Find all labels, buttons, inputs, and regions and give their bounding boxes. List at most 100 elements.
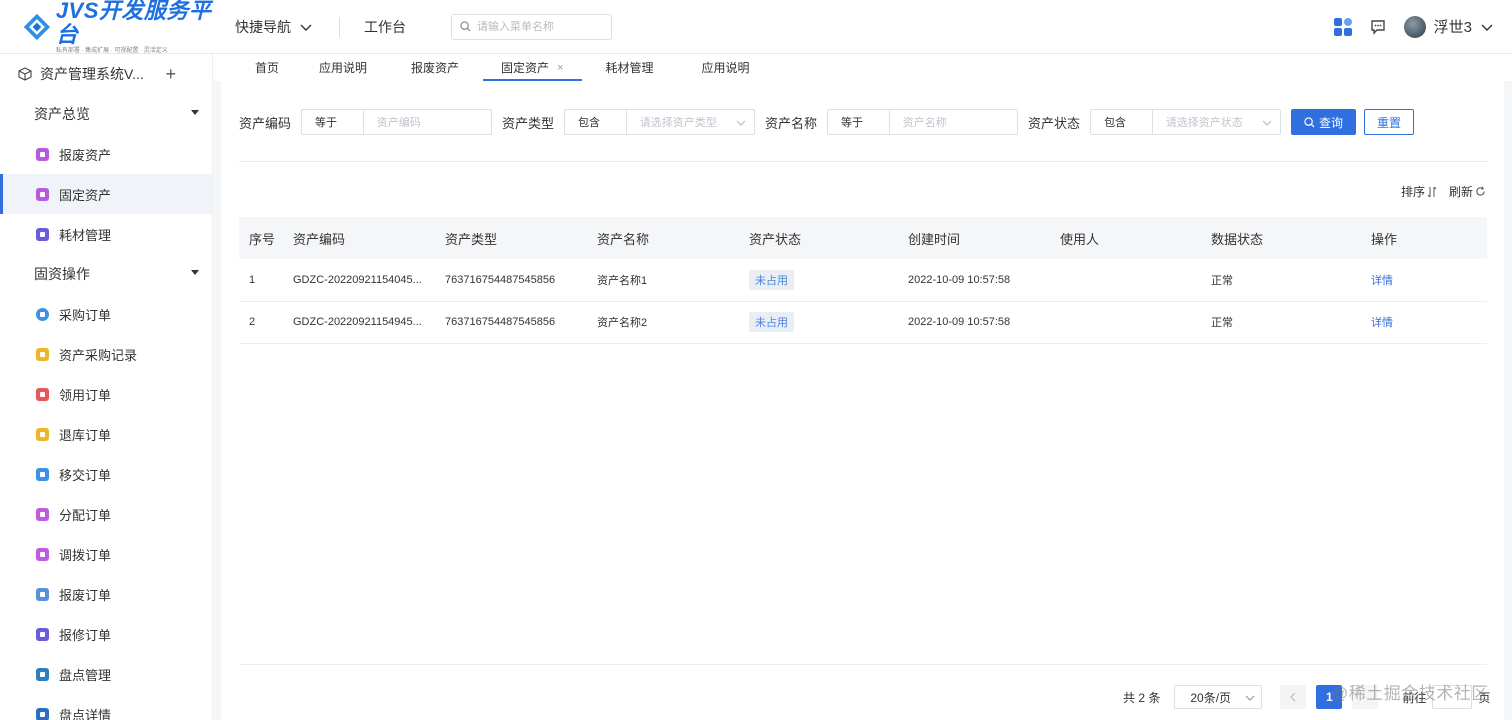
caret-down-icon (191, 270, 199, 275)
filter-label: 资产名称 (765, 115, 818, 131)
cell-name: 资产名称1 (587, 259, 739, 302)
sidebar-item-fixed-assets[interactable]: 固定资产 (0, 174, 212, 214)
tab-label: 应用说明 (319, 61, 368, 75)
add-icon[interactable]: + (165, 64, 176, 85)
sidebar-item-label: 分配订单 (59, 507, 112, 523)
sidebar-group-operations[interactable]: 固资操作 (0, 254, 212, 294)
quick-nav-dropdown[interactable]: 快捷导航 (235, 17, 313, 37)
table-row: 2 GDZC-20220921154945... 763716754487545… (239, 301, 1487, 344)
footer-divider (239, 664, 1487, 665)
tab-label: 耗材管理 (605, 61, 654, 75)
user-icon (36, 387, 49, 401)
operator-select[interactable]: 等于 (828, 110, 890, 134)
sidebar-item-return-order[interactable]: 退库订单 (0, 414, 212, 454)
asset-name-input[interactable]: 资产名称 (890, 110, 1017, 134)
cell-no: 1 (239, 259, 283, 302)
sidebar-item-label: 盘点管理 (59, 667, 112, 683)
tab-label: 固定资产 (501, 61, 550, 75)
query-label: 查询 (1319, 115, 1344, 130)
return-icon (36, 427, 49, 441)
close-icon[interactable]: × (557, 62, 563, 74)
sidebar-item-label: 采购订单 (59, 307, 112, 323)
sidebar-item-inventory-details[interactable]: 盘点详情 (0, 694, 212, 720)
reset-button[interactable]: 重置 (1364, 109, 1415, 135)
cart-icon (36, 347, 49, 361)
operator-select[interactable]: 包含 (565, 110, 627, 134)
sidebar-group-overview[interactable]: 资产总览 (0, 94, 212, 134)
tab-scrap-assets[interactable]: 报废资产 (387, 54, 483, 81)
asset-type-select[interactable]: 请选择资产类型 (627, 110, 754, 134)
filter-label: 资产状态 (1028, 115, 1081, 131)
cell-created: 2022-10-09 10:57:58 (898, 259, 1050, 302)
asset-status-select[interactable]: 请选择资产状态 (1153, 110, 1280, 134)
user-icon (36, 507, 49, 521)
user-icon (36, 547, 49, 561)
sidebar-item-allocation-order[interactable]: 分配订单 (0, 494, 212, 534)
refresh-icon (1476, 186, 1485, 196)
tab-app-guide[interactable]: 应用说明 (299, 54, 387, 81)
asset-code-filter: 等于 资产编码 (301, 109, 493, 135)
sidebar-item-label: 资产采购记录 (59, 347, 138, 363)
page-tabs: 首页 应用说明 报废资产 固定资产 × 耗材管理 应用说明 (213, 54, 1512, 81)
cell-data-status: 正常 (1201, 301, 1361, 344)
sidebar-item-scrap-order[interactable]: 报废订单 (0, 574, 212, 614)
tab-consumables[interactable]: 耗材管理 (582, 54, 678, 81)
asset-type-filter: 包含 请选择资产类型 (564, 109, 756, 135)
message-icon[interactable] (1370, 19, 1386, 35)
menu-search[interactable] (451, 13, 612, 40)
cell-data-status: 正常 (1201, 259, 1361, 302)
sidebar-item-repair-order[interactable]: 报修订单 (0, 614, 212, 654)
sidebar-item-transfer-order[interactable]: 移交订单 (0, 454, 212, 494)
sidebar-item-label: 领用订单 (59, 387, 112, 403)
detail-link[interactable]: 详情 (1371, 275, 1393, 287)
sidebar-item-consumables[interactable]: 耗材管理 (0, 214, 212, 254)
avatar (1403, 15, 1426, 38)
cell-code: GDZC-20220921154045... (283, 259, 435, 302)
operator-select[interactable]: 包含 (1091, 110, 1153, 134)
chevron-down-icon (736, 120, 746, 126)
asset-code-input[interactable]: 资产编码 (364, 110, 491, 134)
refresh-label: 刷新 (1448, 185, 1473, 199)
refresh-button[interactable]: 刷新 (1449, 183, 1486, 200)
cell-status: 未占用 (739, 259, 898, 302)
sidebar-item-requisition-order[interactable]: 领用订单 (0, 374, 212, 414)
sidebar-group-label: 资产总览 (34, 106, 90, 122)
detail-link[interactable]: 详情 (1371, 317, 1393, 329)
sidebar-item-dispatch-order[interactable]: 调拨订单 (0, 534, 212, 574)
tab-app-guide-2[interactable]: 应用说明 (678, 54, 774, 81)
cell-user (1050, 259, 1201, 302)
asset-name-filter: 等于 资产名称 (827, 109, 1019, 135)
user-menu[interactable]: 浮世3 (1403, 15, 1494, 38)
status-badge: 未占用 (749, 269, 794, 290)
asset-table: 序号 资产编码 资产类型 资产名称 资产状态 创建时间 使用人 数据状态 操作 … (239, 217, 1487, 344)
sidebar-item-inventory-management[interactable]: 盘点管理 (0, 654, 212, 694)
tab-label: 应用说明 (701, 61, 750, 75)
page-size-select[interactable]: 20条/页 (1174, 685, 1263, 709)
tab-fixed-assets[interactable]: 固定资产 × (483, 54, 582, 81)
apps-grid-icon[interactable] (1333, 17, 1352, 36)
main-panel: 资产编码 等于 资产编码 资产类型 包含 请选择资产类型 资产名称 等于 资产名… (221, 81, 1504, 720)
sidebar-item-scrap-assets[interactable]: 报废资产 (0, 134, 212, 174)
cell-type: 763716754487545856 (435, 301, 587, 344)
cell-user (1050, 301, 1201, 344)
workbench-link[interactable]: 工作台 (364, 17, 406, 37)
col-header: 资产类型 (435, 217, 587, 259)
sidebar-item-purchase-records[interactable]: 资产采购记录 (0, 334, 212, 374)
system-selector[interactable]: 资产管理系统V... + (0, 54, 212, 94)
cell-created: 2022-10-09 10:57:58 (898, 301, 1050, 344)
sidebar: 资产管理系统V... + 资产总览 报废资产 固定资产 耗材管理 固资操作 采购… (0, 54, 213, 720)
system-name: 资产管理系统V... (40, 66, 144, 82)
sidebar-item-purchase-order[interactable]: 采购订单 (0, 294, 212, 334)
logo[interactable]: JVS开发服务平台 私有部署 · 集成扩展 · 可视配置 · 灵活定义 (22, 0, 212, 55)
operator-select[interactable]: 等于 (302, 110, 364, 134)
sort-button[interactable]: 排序 (1401, 183, 1437, 200)
prev-page-button[interactable] (1280, 685, 1307, 709)
logo-title: JVS开发服务平台 (55, 0, 212, 47)
sidebar-item-label: 固定资产 (59, 187, 112, 203)
tab-home[interactable]: 首页 (213, 54, 299, 81)
search-icon (460, 21, 471, 32)
col-header: 数据状态 (1201, 217, 1361, 259)
search-icon (1304, 116, 1315, 128)
search-input[interactable] (477, 20, 597, 33)
query-button[interactable]: 查询 (1291, 109, 1357, 135)
